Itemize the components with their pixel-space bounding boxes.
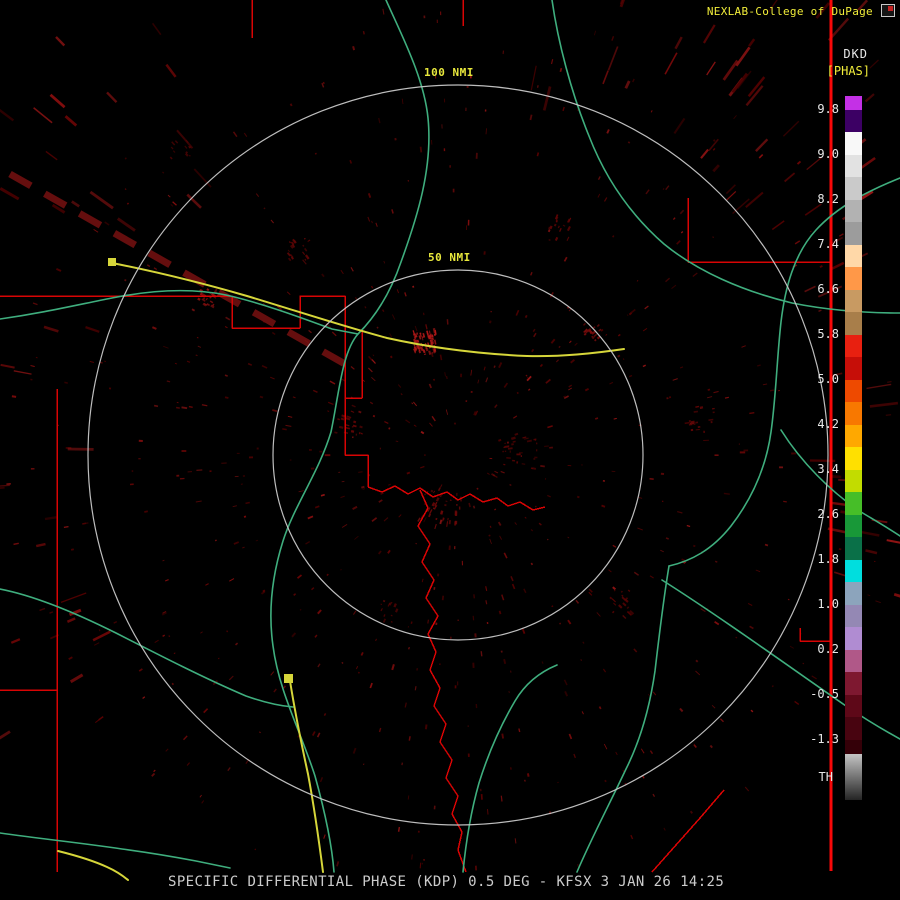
road-marker — [284, 674, 293, 683]
colorbar-tick-label: 1.8 — [817, 552, 839, 566]
colorbar-segment — [845, 582, 862, 605]
colorbar — [845, 96, 862, 800]
colorbar-tick-label: 9.0 — [817, 147, 839, 161]
colorbar-tick-label: 4.2 — [817, 417, 839, 431]
beam-blockage-artifact — [8, 170, 354, 372]
colorbar-tick-label: 9.8 — [817, 102, 839, 116]
product-caption: SPECIFIC DIFFERENTIAL PHASE (KDP) 0.5 DE… — [168, 874, 725, 890]
colorbar-tick-label: 7.4 — [817, 237, 839, 251]
colorbar-segment — [845, 425, 862, 447]
road-marker — [108, 258, 116, 266]
kdp-echo-speckles — [0, 0, 900, 871]
colorbar-tick-label: 8.2 — [817, 192, 839, 206]
range-ring-label: 50 NMI — [428, 251, 471, 264]
colorbar-tick-label: -1.3 — [810, 732, 839, 746]
colorbar-segment — [845, 357, 862, 380]
colorbar-tick-label: 2.6 — [817, 507, 839, 521]
colorbar-tick-label: 1.0 — [817, 597, 839, 611]
range-ring-label: 100 NMI — [424, 66, 474, 79]
colorbar-segment — [845, 515, 862, 537]
colorbar-segment — [845, 627, 862, 650]
roads-yellow — [57, 258, 625, 881]
cod-logo-icon — [881, 4, 895, 17]
colorbar-segment — [845, 695, 862, 717]
colorbar-segment — [845, 402, 862, 425]
colorbar-segment — [845, 200, 862, 222]
colorbar-tick-label: -0.5 — [810, 687, 839, 701]
colorbar-segment — [845, 177, 862, 200]
colorbar-tick-label: 6.6 — [817, 282, 839, 296]
colorbar-tick-label: 5.0 — [817, 372, 839, 386]
county-boundaries — [0, 0, 831, 873]
colorbar-segment — [845, 132, 862, 155]
colorbar-segment — [845, 560, 862, 582]
colorbar-segment — [845, 650, 862, 672]
colorbar-segment — [845, 740, 862, 754]
station-title: NEXLAB-College of DuPage — [706, 5, 873, 18]
colorbar-segment — [845, 447, 862, 470]
colorbar-segment — [845, 245, 862, 267]
colorbar-tick-label: 5.8 — [817, 327, 839, 341]
radar-map-svg — [0, 0, 900, 881]
colorbar-segment — [845, 717, 862, 740]
colorbar-segment — [845, 470, 862, 492]
colorbar-segment — [845, 110, 862, 132]
colorbar-segment — [845, 335, 862, 357]
radar-display: NEXLAB-College of DuPage DKD [PHAS] TH S… — [0, 0, 900, 900]
colorbar-segment — [845, 492, 862, 515]
colorbar-tick-label: 0.2 — [817, 642, 839, 656]
colorbar-segment — [845, 290, 862, 312]
colorbar-segment — [845, 605, 862, 627]
colorbar-segment — [845, 96, 862, 110]
colorbar-segment — [845, 537, 862, 560]
colorbar-tick-label: 3.4 — [817, 462, 839, 476]
colorbar-segment — [845, 222, 862, 245]
colorbar-segment — [845, 155, 862, 177]
colorbar-segment — [845, 267, 862, 290]
threshold-label: TH — [818, 770, 833, 784]
roads-teal — [0, 0, 900, 873]
product-code-label: DKD — [843, 47, 868, 61]
colorbar-segment — [845, 312, 862, 335]
colorbar-threshold-ramp — [845, 754, 862, 800]
units-label: [PHAS] — [826, 64, 870, 78]
colorbar-segment — [845, 380, 862, 402]
colorbar-segment — [845, 672, 862, 695]
